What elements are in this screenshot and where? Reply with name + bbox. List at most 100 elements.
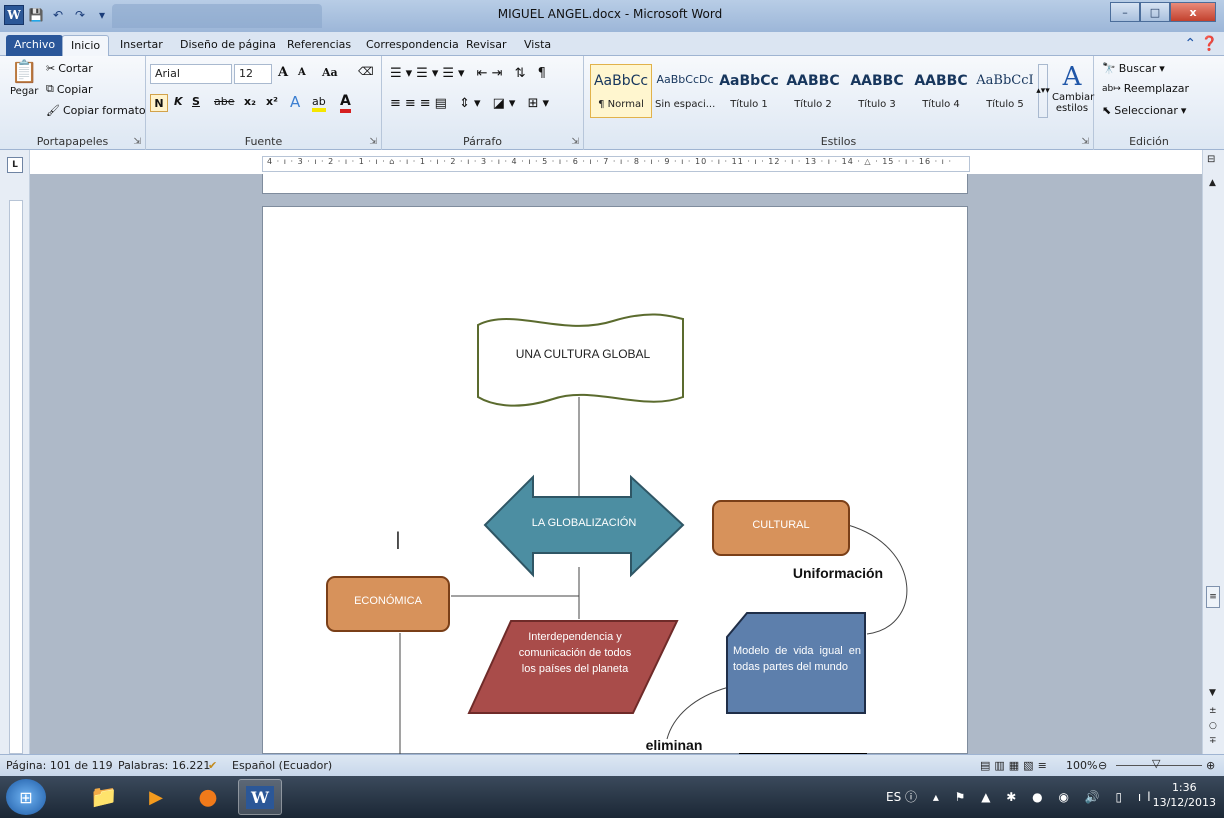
language-tray[interactable]: ES <box>886 790 901 804</box>
shrink-font-button[interactable]: A <box>298 67 306 78</box>
undo-icon[interactable]: ↶ <box>48 5 68 25</box>
redo-icon[interactable]: ↷ <box>70 5 90 25</box>
binoculars-icon: 🔭 <box>1102 62 1116 75</box>
grow-font-button[interactable]: A <box>278 65 288 80</box>
media-taskbar-icon[interactable]: ▶ <box>134 779 178 815</box>
tray-icons[interactable]: ⓘ ▴ ⚑ ▲ ✱ ● ◉ 🔊 ▯ ıl <box>905 790 1157 804</box>
style-titulo-2[interactable]: AABBC Título 2 <box>782 64 844 118</box>
cursor-icon: ⬉ <box>1102 104 1112 117</box>
close-button[interactable]: x <box>1170 2 1216 22</box>
zoom-level[interactable]: 100% <box>1066 759 1097 772</box>
group-estilos: AaBbCc ¶ Normal AaBbCcDc Sin espaci... AaB… <box>584 56 1094 150</box>
tab-selector-button[interactable]: L <box>7 157 23 173</box>
help-icon[interactable]: ⌃ ❓ <box>1184 36 1218 52</box>
browse-object-icons[interactable]: ± ○ ∓ <box>1209 704 1217 749</box>
previous-page-edge <box>262 174 968 194</box>
vertical-ruler[interactable] <box>9 200 23 754</box>
blurred-browser-tab <box>112 4 322 28</box>
word-taskbar-icon[interactable]: W <box>238 779 282 815</box>
group-label: Portapapeles <box>36 135 109 148</box>
highlight-icon[interactable]: ab <box>312 95 326 112</box>
format-painter-button[interactable]: 🖌 Copiar formato <box>46 104 146 117</box>
maximize-button[interactable]: □ <box>1140 2 1170 22</box>
text-effects-icon[interactable]: A <box>290 93 300 111</box>
change-styles-button[interactable]: A Cambiar estilos <box>1052 62 1094 114</box>
document-page[interactable]: UNA CULTURA GLOBAL LA GLOBALIZACIÓN CULT… <box>262 206 968 755</box>
quick-access-toolbar: W 💾 ↶ ↷ ▾ <box>4 4 112 26</box>
strikethrough-button[interactable]: abe <box>214 95 235 108</box>
window-title: MIGUEL ANGEL.docx - Microsoft Word <box>497 7 723 21</box>
explorer-taskbar-icon[interactable]: 📁 <box>82 779 126 815</box>
bold-button[interactable]: N <box>150 94 168 112</box>
dialog-launcher-icon[interactable]: ⇲ <box>1081 137 1089 147</box>
font-name-combo[interactable]: Arial <box>150 64 232 84</box>
view-ruler-icon[interactable]: ⊟ <box>1207 154 1215 165</box>
word-app-icon[interactable]: W <box>4 5 24 25</box>
text-cursor: | <box>395 529 401 549</box>
play-icon: ▶ <box>149 786 163 808</box>
interdependencia-label: Interdependencia y comunicación de todos… <box>518 631 632 675</box>
dialog-launcher-icon[interactable]: ⇲ <box>369 137 377 147</box>
align-buttons-row[interactable]: ≡≡≡▤ ⇕▾ ◪▾ ⊞▾ <box>390 96 553 111</box>
tab-referencias[interactable]: Referencias <box>279 35 359 56</box>
ribbon: 📋 Pegar ✂ Cortar ⧉ Copiar 🖌 Copiar formato … <box>0 56 1224 150</box>
style-titulo-1[interactable]: AaBbCc Título 1 <box>718 64 780 118</box>
view-buttons[interactable]: ▤▥▦▧≡ <box>980 759 1051 772</box>
word-count[interactable]: Palabras: 16.221 <box>118 759 210 772</box>
zoom-out-icon[interactable]: ⊖ <box>1098 759 1107 772</box>
horizontal-ruler[interactable]: 4 · ı · 3 · ı · 2 · ı · 1 · ı · ⌂ · ı · … <box>262 156 970 172</box>
style-normal[interactable]: AaBbCc ¶ Normal <box>590 64 652 118</box>
superscript-button[interactable]: x² <box>266 95 278 108</box>
underline-button[interactable]: S <box>192 95 200 108</box>
group-label: Párrafo <box>462 135 503 148</box>
minimize-button[interactable]: – <box>1110 2 1140 22</box>
economica-label: ECONÓMICA <box>354 595 422 607</box>
styles-scroll-icon[interactable]: ▴▾▾ <box>1036 64 1050 118</box>
start-button[interactable]: ⊞ <box>6 779 46 815</box>
subscript-button[interactable]: x₂ <box>244 95 256 108</box>
customize-qat-icon[interactable]: ▾ <box>92 5 112 25</box>
select-button[interactable]: ⬉ Seleccionar ▾ <box>1102 104 1186 117</box>
firefox-taskbar-icon[interactable]: ● <box>186 779 230 815</box>
copy-button[interactable]: ⧉ Copiar <box>46 82 93 96</box>
eliminan-label: eliminan <box>645 737 703 753</box>
tab-vista[interactable]: Vista <box>516 35 559 56</box>
clear-format-icon[interactable]: ⌫ <box>358 65 374 78</box>
proofing-icon[interactable]: ✔ <box>208 759 217 772</box>
clock[interactable]: 1:36 13/12/2013 <box>1153 780 1216 810</box>
zoom-in-icon[interactable]: ⊕ <box>1206 759 1215 772</box>
firefox-icon: ● <box>198 784 218 810</box>
dialog-launcher-icon[interactable]: ⇲ <box>571 137 579 147</box>
group-label: Fuente <box>244 135 283 148</box>
tab-insertar[interactable]: Insertar <box>112 35 171 56</box>
paste-button[interactable]: 📋 Pegar <box>10 60 38 97</box>
style-titulo-4[interactable]: AABBC Título 4 <box>910 64 972 118</box>
dialog-launcher-icon[interactable]: ⇲ <box>133 137 141 147</box>
tab-correspondencia[interactable]: Correspondencia <box>358 35 467 56</box>
cut-button[interactable]: ✂ Cortar <box>46 62 93 75</box>
find-button[interactable]: 🔭 Buscar ▾ <box>1102 62 1165 75</box>
font-size-combo[interactable]: 12 <box>234 64 272 84</box>
scroll-up-icon[interactable]: ▲ <box>1209 178 1216 188</box>
italic-button[interactable]: K <box>174 95 183 108</box>
style-sin-espaciado[interactable]: AaBbCcDc Sin espaci... <box>654 64 716 118</box>
tab-diseno-pagina[interactable]: Diseño de página <box>172 35 284 56</box>
style-titulo-5[interactable]: AaBbCcI Título 5 <box>974 64 1036 118</box>
font-color-icon[interactable]: A <box>340 93 351 113</box>
change-case-button[interactable]: Aa <box>322 66 338 79</box>
style-titulo-3[interactable]: AABBC Título 3 <box>846 64 908 118</box>
tab-archivo[interactable]: Archivo <box>6 35 64 56</box>
zoom-slider-thumb[interactable]: ▽ <box>1152 757 1160 770</box>
ribbon-tab-row: Archivo Inicio Insertar Diseño de página… <box>0 32 1224 56</box>
save-icon[interactable]: 💾 <box>26 5 46 25</box>
tab-inicio[interactable]: Inicio <box>62 35 110 56</box>
tab-revisar[interactable]: Revisar <box>458 35 514 56</box>
vertical-scrollbar[interactable]: ⊟ ▲ ≡ ▼ ± ○ ∓ <box>1202 150 1224 754</box>
group-fuente: Arial 12 A A Aa ⌫ N K S abe x₂ x² A ab A… <box>146 56 382 150</box>
page-count[interactable]: Página: 101 de 119 <box>6 759 113 772</box>
language-indicator[interactable]: Español (Ecuador) <box>232 759 332 772</box>
list-buttons-row[interactable]: ☰▾☰▾☰▾ ⇤⇥ ⇅ ¶ <box>390 66 550 81</box>
scroll-thumb[interactable]: ≡ <box>1206 586 1220 608</box>
scroll-down-icon[interactable]: ▼ <box>1209 688 1216 698</box>
replace-button[interactable]: ab↦ Reemplazar <box>1102 82 1189 95</box>
